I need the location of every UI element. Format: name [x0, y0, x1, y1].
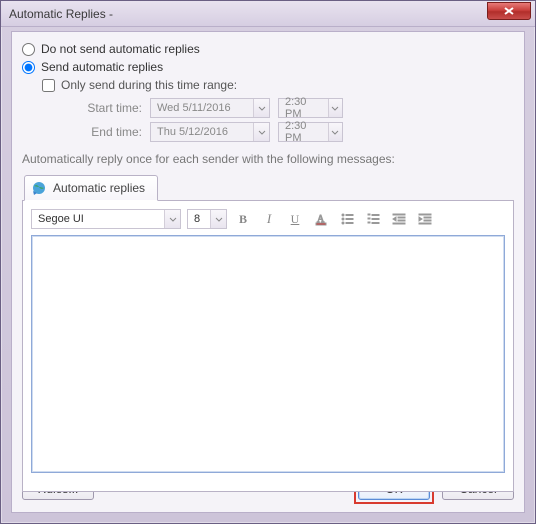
chevron-down-icon [328, 123, 342, 141]
chevron-down-icon [210, 210, 226, 228]
message-editor[interactable] [31, 235, 505, 473]
start-time-combo[interactable]: 2:30 PM [278, 98, 343, 118]
time-range-grid: Start time: Wed 5/11/2016 2:30 PM End ti… [82, 98, 514, 142]
end-date-combo[interactable]: Thu 5/12/2016 [150, 122, 270, 142]
chevron-down-icon [253, 99, 269, 117]
checkbox-only-range-input[interactable] [42, 79, 55, 92]
tab-automatic-replies[interactable]: Automatic replies [24, 175, 158, 201]
font-color-button[interactable]: A [311, 209, 331, 229]
start-date-value: Wed 5/11/2016 [151, 102, 237, 114]
radio-send-label: Send automatic replies [41, 60, 163, 74]
format-toolbar: Segoe UI 8 B I U A [31, 209, 505, 229]
numbered-list-button[interactable] [363, 209, 383, 229]
chevron-down-icon [328, 99, 342, 117]
italic-button[interactable]: I [259, 209, 279, 229]
indent-button[interactable] [415, 209, 435, 229]
window-title: Automatic Replies - [9, 7, 487, 21]
radio-send-input[interactable] [22, 61, 35, 74]
font-name-combo[interactable]: Segoe UI [31, 209, 181, 229]
tab-label: Automatic replies [53, 181, 145, 195]
globe-icon [31, 180, 47, 196]
titlebar[interactable]: Automatic Replies - [1, 1, 535, 27]
start-date-combo[interactable]: Wed 5/11/2016 [150, 98, 270, 118]
start-time-label: Start time: [82, 101, 142, 115]
checkbox-only-range-label: Only send during this time range: [61, 78, 237, 92]
end-time-combo[interactable]: 2:30 PM [278, 122, 343, 142]
font-name-value: Segoe UI [32, 213, 90, 225]
chevron-down-icon [164, 210, 180, 228]
bold-button[interactable]: B [233, 209, 253, 229]
bullet-list-button[interactable] [337, 209, 357, 229]
font-size-combo[interactable]: 8 [187, 209, 227, 229]
end-date-value: Thu 5/12/2016 [151, 126, 234, 138]
outdent-button[interactable] [389, 209, 409, 229]
tab-strip: Automatic replies [22, 172, 514, 200]
dialog-window: Automatic Replies - Do not send automati… [0, 0, 536, 524]
radio-send[interactable]: Send automatic replies [22, 60, 514, 74]
end-time-label: End time: [82, 125, 142, 139]
font-size-value: 8 [188, 213, 206, 225]
radio-do-not-send[interactable]: Do not send automatic replies [22, 42, 514, 56]
chevron-down-icon [253, 123, 269, 141]
end-time-value: 2:30 PM [279, 120, 328, 144]
radio-do-not-send-input[interactable] [22, 43, 35, 56]
underline-button[interactable]: U [285, 209, 305, 229]
close-button[interactable] [487, 2, 531, 20]
client-area: Do not send automatic replies Send autom… [11, 31, 525, 513]
section-label: Automatically reply once for each sender… [22, 152, 514, 166]
start-time-value: 2:30 PM [279, 96, 328, 120]
radio-do-not-send-label: Do not send automatic replies [41, 42, 200, 56]
tab-panel: Segoe UI 8 B I U A [22, 200, 514, 492]
checkbox-only-range[interactable]: Only send during this time range: [42, 78, 514, 92]
